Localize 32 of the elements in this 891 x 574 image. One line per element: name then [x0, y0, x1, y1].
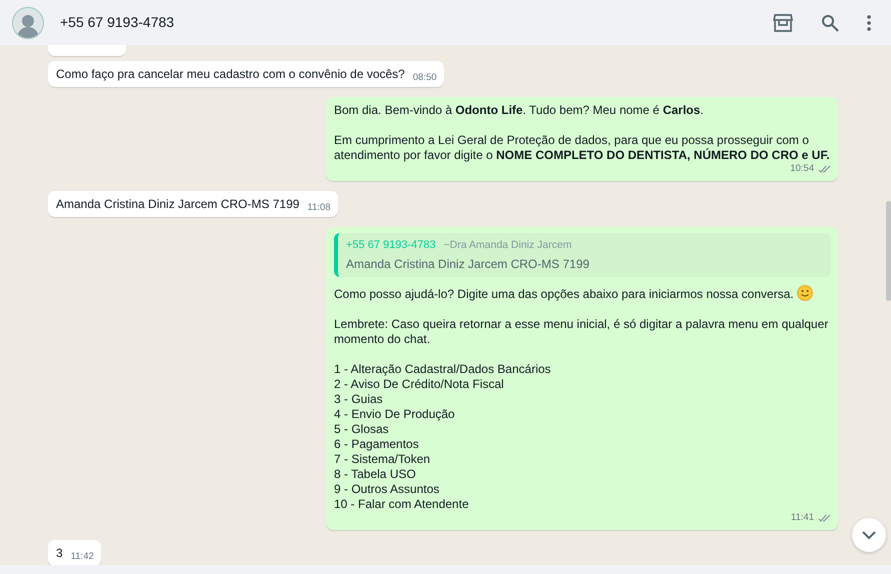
message-text: Bom dia. Bem-vindo à Odonto Life. Tudo bem? Meu nome é Carlos. [334, 103, 705, 118]
scroll-down-button[interactable] [852, 518, 886, 552]
message-time: 10:54 [790, 162, 814, 176]
menu-option: 2 - Aviso De Crédito/Nota Fiscal [334, 377, 831, 392]
menu-option: 4 - Envio De Produção [334, 407, 831, 422]
scrollbar-thumb[interactable] [886, 201, 891, 301]
message-text: Como posso ajudá-lo? Digite uma das opções abaixo para iniciarmos nossa conversa. [334, 285, 831, 302]
menu-option: 10 - Falar com Atendente [334, 497, 831, 512]
contact-name[interactable]: +55 67 9193-4783 [60, 12, 174, 33]
menu-option: 1 - Alteração Cadastral/Dados Bancários [334, 362, 831, 377]
menu-option: 5 - Glosas [334, 422, 831, 437]
message-time: 11:42 [70, 550, 94, 564]
message-text: Amanda Cristina Diniz Jarcem CRO-MS 7199 [56, 197, 300, 212]
smiley-icon [796, 285, 813, 301]
message-time: 11:41 [790, 511, 814, 525]
message-time: 11:08 [307, 201, 330, 215]
quote-text: Amanda Cristina Diniz Jarcem CRO-MS 7199 [346, 257, 590, 272]
menu-option: 7 - Sistema/Token [334, 452, 831, 467]
quote-author: +55 67 9193-4783 [346, 238, 436, 253]
chevron-down-icon [862, 530, 876, 540]
menu-option: 3 - Guias [334, 392, 831, 407]
menu-option: 9 - Outros Assuntos [334, 482, 831, 497]
quoted-message[interactable]: +55 67 9193-4783 ~Dra Amanda Diniz Jarcem Amanda Cristina Diniz Jarcem CRO-MS 7199 [334, 233, 831, 277]
menu-option: 8 - Tabela USO [334, 467, 831, 482]
message-time: 08:50 [412, 71, 437, 85]
message-text: Como faço pra cancelar meu cadastro com o convênio de vocês? [56, 67, 405, 82]
message-text: Em cumprimento a Lei Geral de Proteção de dados, para que eu possa prosseguir com o atendimento por favor digite o NOME COMPLETO DO DENTISTA, NÚMERO DO CRO e UF. [334, 133, 831, 163]
avatar[interactable] [12, 6, 44, 38]
message-text: Lembrete: Caso queira retornar a esse menu inicial, é só digitar a palavra menu em qualquer momento do chat. [334, 317, 830, 347]
message-text: 3 [56, 546, 63, 561]
quote-author-name: ~Dra Amanda Diniz Jarcem [444, 238, 572, 253]
menu-option: 6 - Pagamentos [334, 437, 831, 452]
